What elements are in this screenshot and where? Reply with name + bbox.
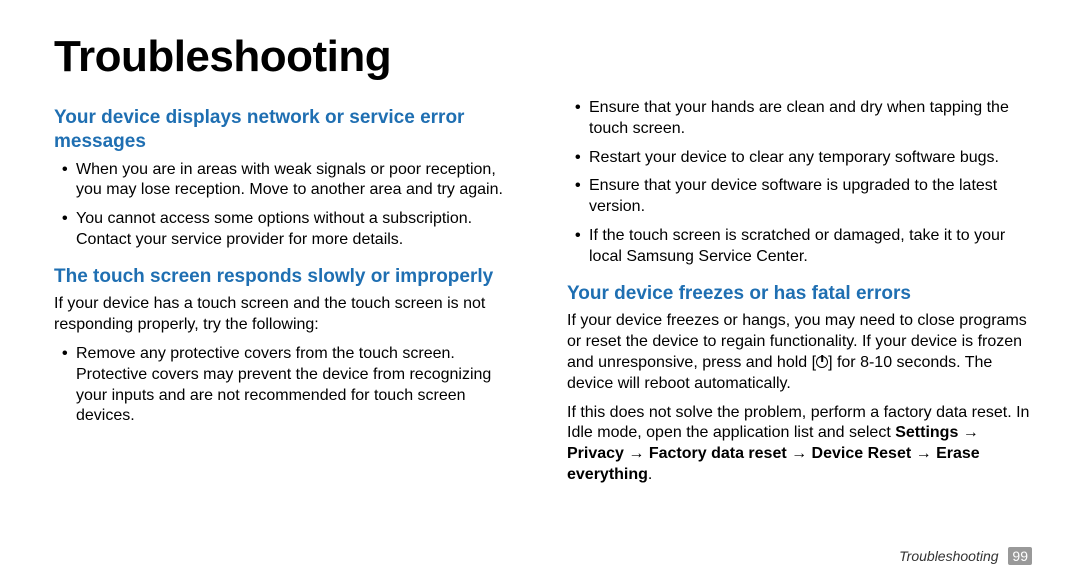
page-title: Troubleshooting [54, 32, 1032, 82]
heading-network-error: Your device displays network or service … [54, 106, 519, 154]
list-item: When you are in areas with weak signals … [62, 160, 519, 202]
footer-section: Troubleshooting [899, 548, 998, 564]
list-item: Remove any protective covers from the to… [62, 344, 519, 427]
page-footer: Troubleshooting 99 [54, 548, 1032, 564]
right-column: Ensure that your hands are clean and dry… [567, 98, 1032, 544]
left-column: Your device displays network or service … [54, 98, 519, 544]
power-button-glyph [816, 354, 828, 371]
list-item: If the touch screen is scratched or dama… [575, 226, 1032, 268]
power-icon [816, 356, 828, 368]
list-touchscreen-left: Remove any protective covers from the to… [62, 344, 519, 427]
list-item: You cannot access some options without a… [62, 209, 519, 251]
touchscreen-intro: If your device has a touch screen and th… [54, 294, 519, 336]
heading-touchscreen: The touch screen responds slowly or impr… [54, 265, 519, 289]
footer-page-number: 99 [1008, 547, 1032, 565]
list-item: Restart your device to clear any tempora… [575, 148, 1032, 169]
list-network-error: When you are in areas with weak signals … [62, 160, 519, 251]
list-item: Ensure that your hands are clean and dry… [575, 98, 1032, 140]
freezes-para-2: If this does not solve the problem, perf… [567, 403, 1032, 486]
freezes-para-1: If your device freezes or hangs, you may… [567, 311, 1032, 394]
columns: Your device displays network or service … [54, 98, 1032, 544]
manual-page: Troubleshooting Your device displays net… [0, 0, 1080, 586]
text: . [648, 466, 652, 483]
list-touchscreen-right: Ensure that your hands are clean and dry… [575, 98, 1032, 268]
list-item: Ensure that your device software is upgr… [575, 176, 1032, 218]
heading-freezes: Your device freezes or has fatal errors [567, 282, 1032, 306]
